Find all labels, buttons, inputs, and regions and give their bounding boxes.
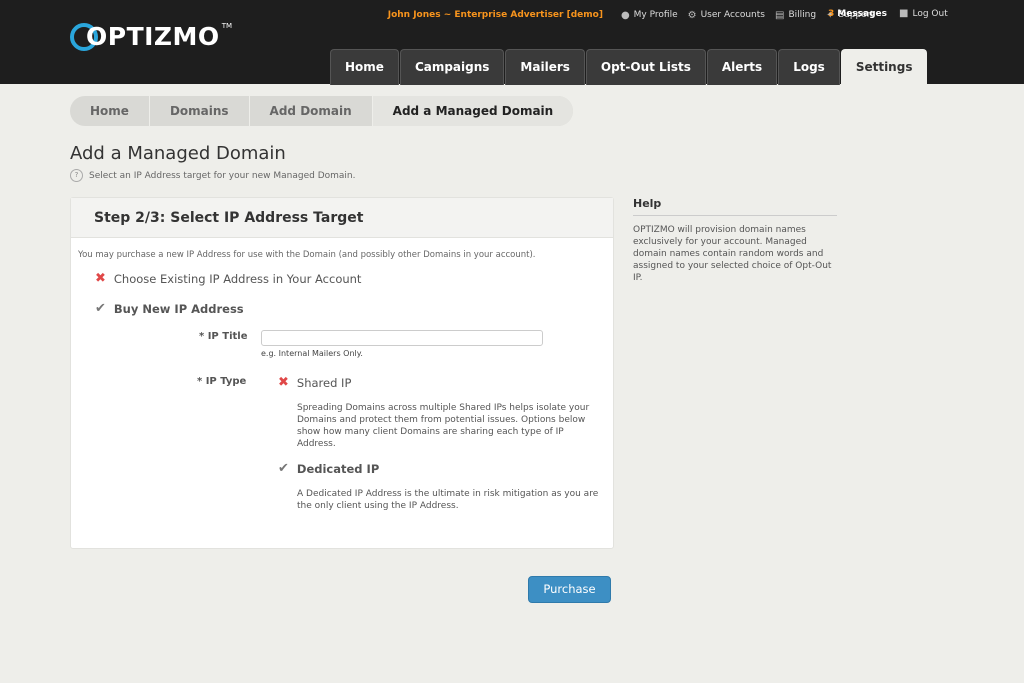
billing-label: Billing <box>788 10 817 20</box>
tab-alerts[interactable]: Alerts <box>706 49 778 85</box>
panel-heading: Step 2/3: Select IP Address Target <box>71 198 613 238</box>
page-title: Add a Managed Domain <box>70 143 286 164</box>
messages-label: Messages <box>837 8 888 19</box>
top-links-right: 3 Messages ■ Log Out <box>828 8 948 19</box>
breadcrumb-current: Add a Managed Domain <box>372 96 574 126</box>
dedicated-ip-description: A Dedicated IP Address is the ultimate i… <box>297 489 599 511</box>
my-profile-label: My Profile <box>633 10 678 20</box>
page-subtitle-text: Select an IP Address target for your new… <box>89 170 356 181</box>
ip-title-label: * IP Title <box>199 331 248 342</box>
lock-icon: ■ <box>899 8 909 19</box>
page-subtitle: ? Select an IP Address target for your n… <box>70 169 355 182</box>
billing-link[interactable]: ▤ Billing <box>775 10 816 21</box>
dedicated-ip-label: Dedicated IP <box>296 461 380 476</box>
option-existing-label: Choose Existing IP Address in Your Accou… <box>113 271 362 286</box>
document-icon: ▤ <box>774 9 785 21</box>
tab-home[interactable]: Home <box>330 49 399 85</box>
x-mark-icon: ✖ <box>95 271 106 286</box>
top-links: John Jones ~ Enterprise Advertiser [demo… <box>388 8 874 22</box>
x-mark-icon: ✖ <box>278 375 289 390</box>
tab-settings[interactable]: Settings <box>840 49 928 85</box>
user-account-name[interactable]: John Jones ~ Enterprise Advertiser [demo… <box>388 10 603 20</box>
ip-type-label: * IP Type <box>197 376 247 387</box>
option-dedicated-ip[interactable]: ✔ Dedicated IP <box>278 461 379 476</box>
help-sidebar: Help OPTIZMO will provision domain names… <box>633 197 837 284</box>
logo-text: OPTIZMO <box>86 22 220 51</box>
user-accounts-link[interactable]: ⚙ User Accounts <box>688 10 765 21</box>
breadcrumb: Home Domains Add Domain Add a Managed Do… <box>70 96 574 126</box>
my-profile-link[interactable]: ● My Profile <box>621 10 678 21</box>
shared-ip-description: Spreading Domains across multiple Shared… <box>297 403 590 449</box>
tab-mailers[interactable]: Mailers <box>505 49 585 85</box>
option-buy-new-ip[interactable]: ✔ Buy New IP Address <box>95 301 244 316</box>
logo-trademark: TM <box>221 22 233 30</box>
check-icon: ✔ <box>95 301 106 316</box>
option-buy-label: Buy New IP Address <box>113 301 244 316</box>
check-icon: ✔ <box>278 461 289 476</box>
person-icon: ● <box>620 9 630 21</box>
purchase-button[interactable]: Purchase <box>528 576 611 603</box>
option-existing-ip[interactable]: ✖ Choose Existing IP Address in Your Acc… <box>95 271 361 286</box>
gear-icon: ⚙ <box>687 9 697 21</box>
main-nav: Home Campaigns Mailers Opt-Out Lists Ale… <box>330 49 928 85</box>
tab-campaigns[interactable]: Campaigns <box>399 49 505 85</box>
ip-title-hint: e.g. Internal Mailers Only. <box>261 349 363 358</box>
breadcrumb-domains[interactable]: Domains <box>150 96 250 126</box>
breadcrumb-home[interactable]: Home <box>70 96 150 126</box>
option-shared-ip[interactable]: ✖ Shared IP <box>278 375 351 390</box>
log-out-link[interactable]: ■ Log Out <box>899 8 948 19</box>
breadcrumb-add-domain[interactable]: Add Domain <box>250 96 373 126</box>
user-accounts-label: User Accounts <box>700 10 765 20</box>
tab-logs[interactable]: Logs <box>778 49 840 85</box>
question-icon: ? <box>70 169 83 182</box>
messages-count: 3 <box>828 8 835 19</box>
help-heading: Help <box>633 197 837 216</box>
tab-opt-out-lists[interactable]: Opt-Out Lists <box>585 49 706 85</box>
header-bar: OPTIZMO TM John Jones ~ Enterprise Adver… <box>0 0 1024 85</box>
messages-link[interactable]: 3 Messages <box>828 9 887 19</box>
step-panel: Step 2/3: Select IP Address Target You m… <box>70 197 614 549</box>
optizmo-logo[interactable]: OPTIZMO TM <box>70 22 232 51</box>
panel-intro: You may purchase a new IP Address for us… <box>78 250 536 260</box>
help-body: OPTIZMO will provision domain names excl… <box>633 225 832 283</box>
shared-ip-label: Shared IP <box>296 375 352 390</box>
ip-title-input[interactable] <box>261 330 543 346</box>
log-out-label: Log Out <box>912 8 948 19</box>
